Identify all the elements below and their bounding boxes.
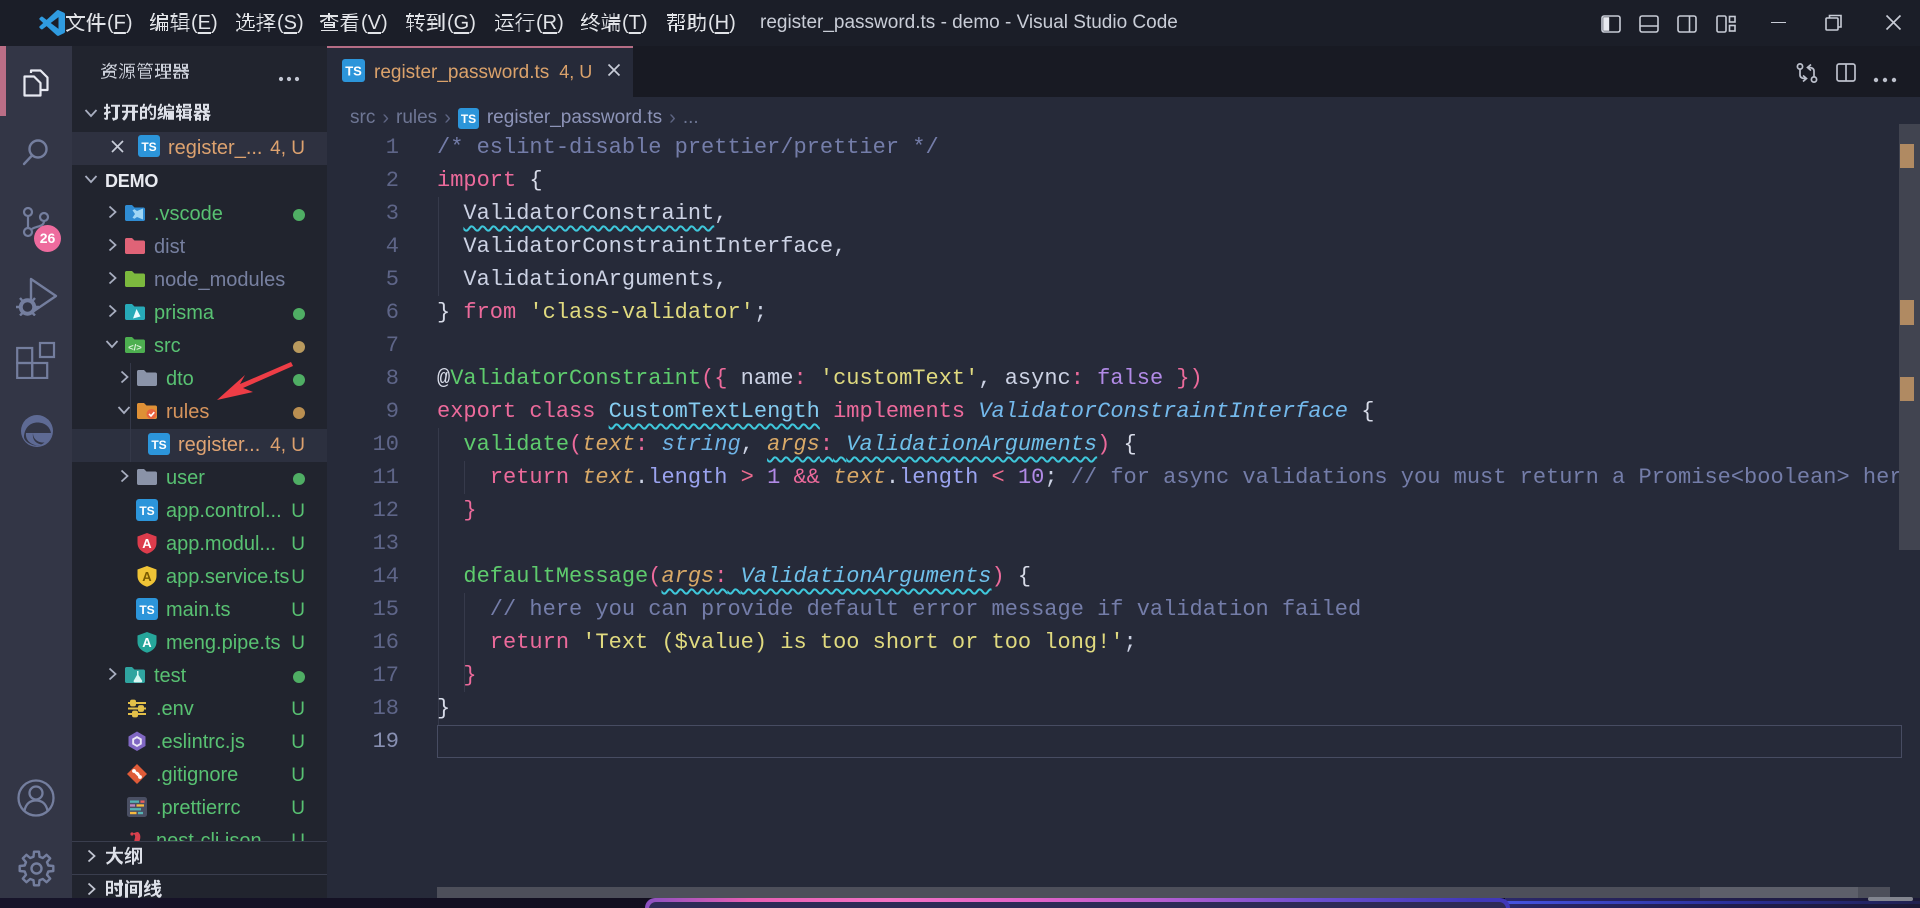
svg-text:A: A: [142, 536, 152, 551]
svg-text:</>: </>: [128, 343, 142, 354]
svg-text:TS: TS: [139, 603, 154, 617]
svg-text:A: A: [142, 569, 152, 584]
svg-text:TS: TS: [345, 63, 362, 78]
svg-text:TS: TS: [141, 140, 156, 154]
svg-text:A: A: [142, 635, 152, 650]
svg-text:TS: TS: [461, 112, 476, 126]
svg-text:TS: TS: [151, 438, 166, 452]
svg-text:TS: TS: [139, 504, 154, 518]
